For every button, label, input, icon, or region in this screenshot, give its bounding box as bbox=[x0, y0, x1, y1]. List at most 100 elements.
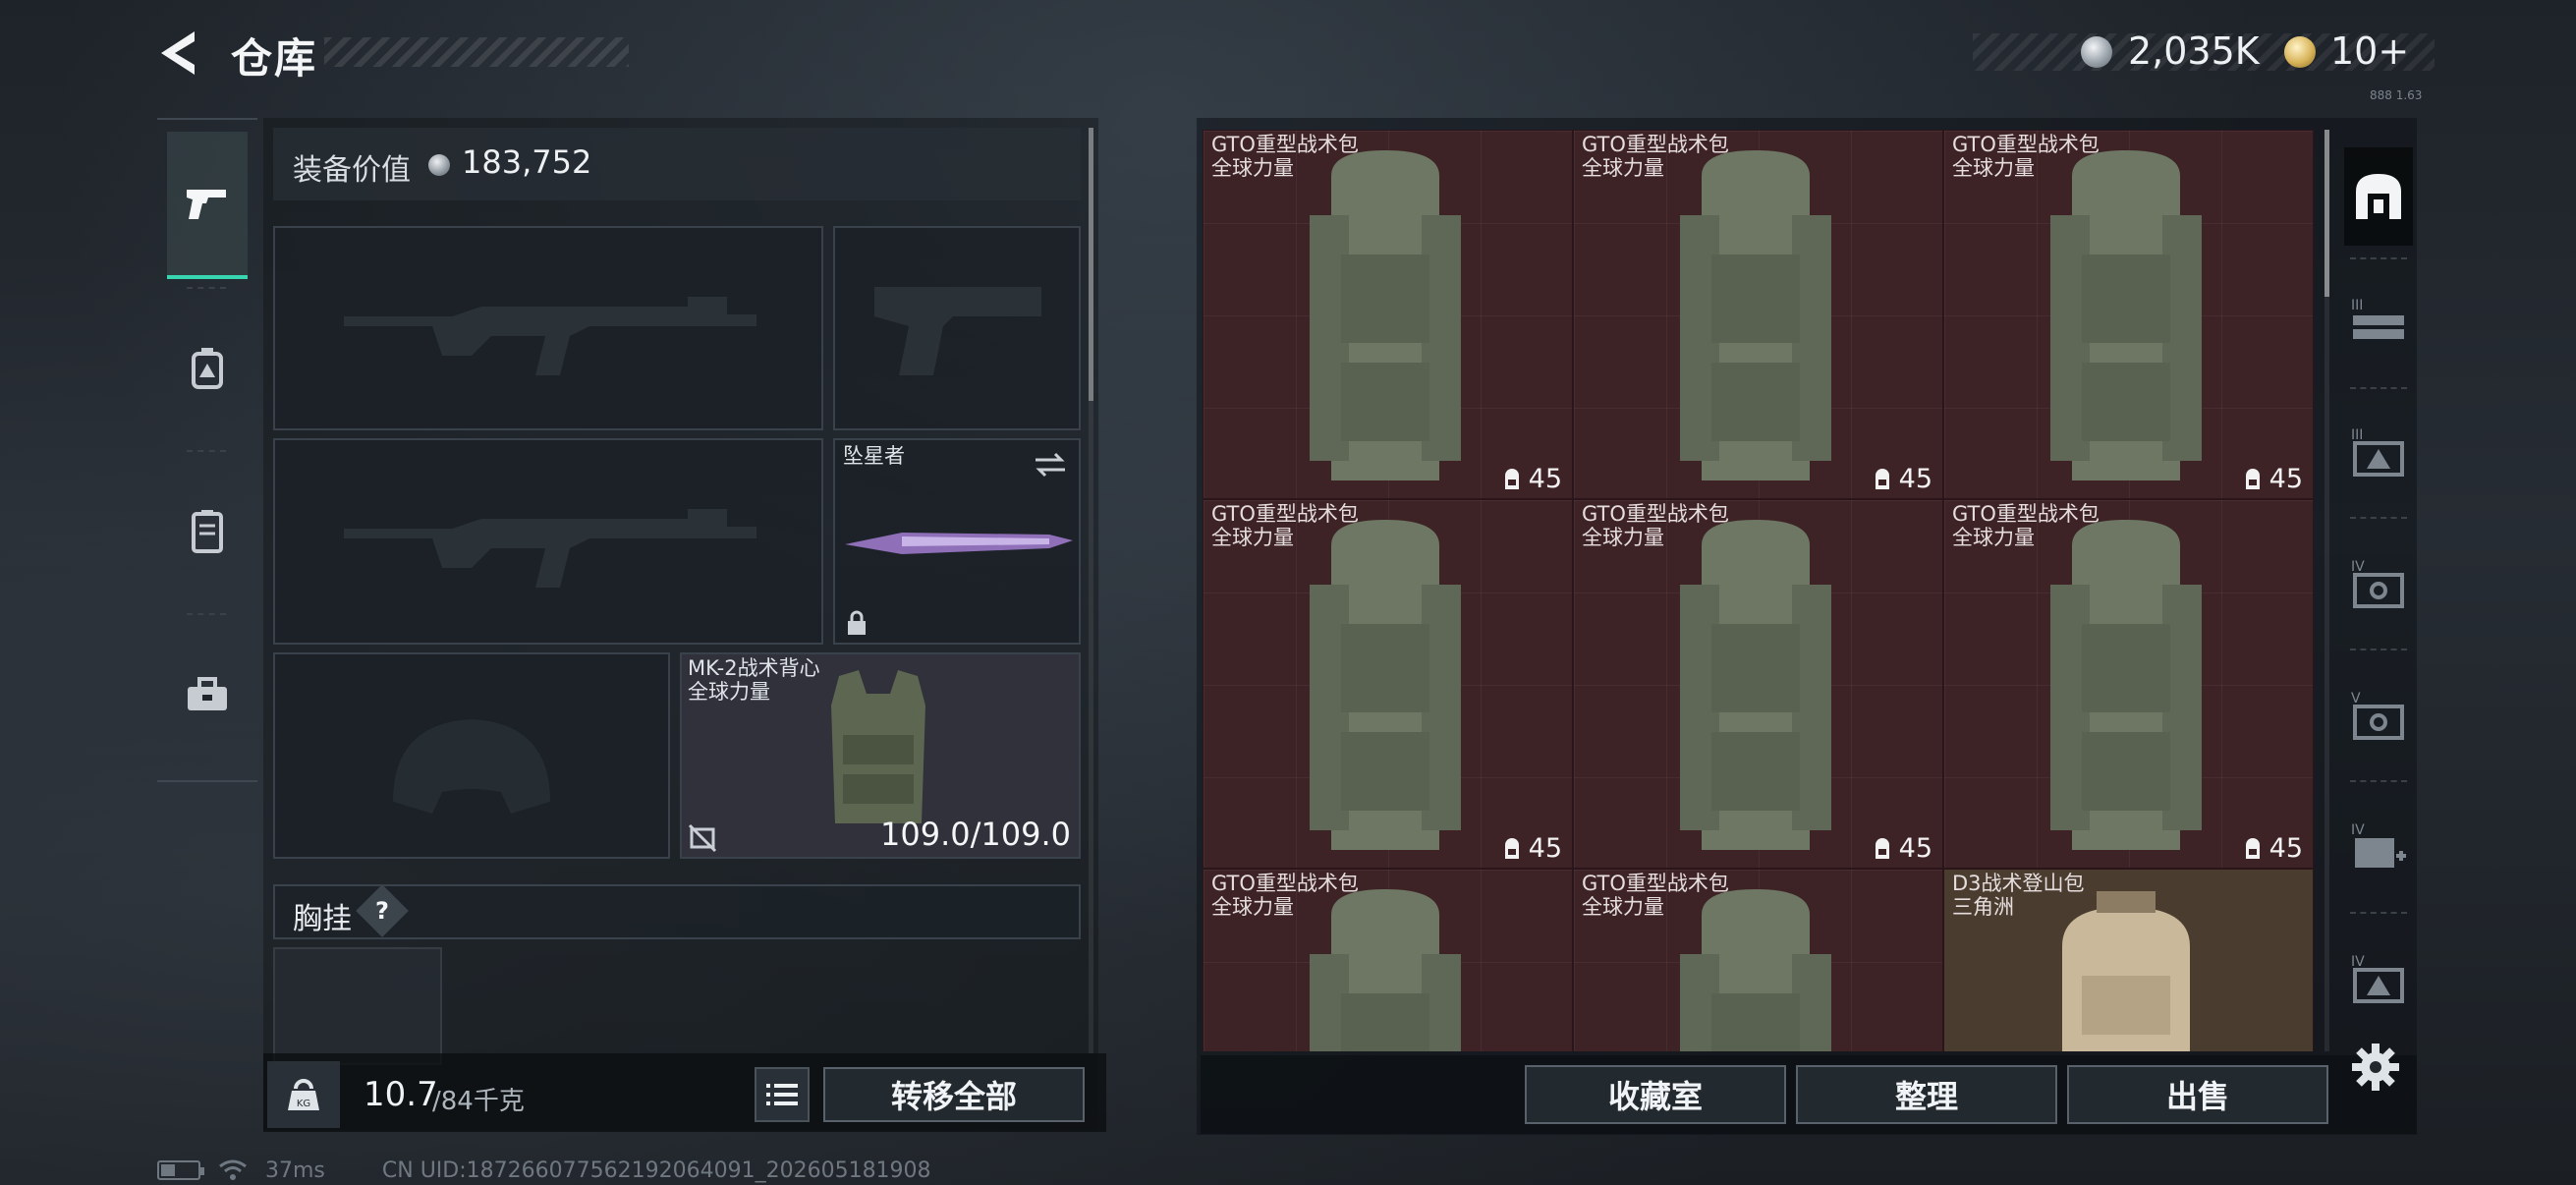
item-faction: 全球力量 bbox=[1582, 526, 1664, 549]
backpack-capacity-icon bbox=[1504, 468, 1519, 489]
item-faction: 全球力量 bbox=[1582, 895, 1664, 919]
storage-item[interactable]: GTO重型战术包 全球力量 bbox=[1203, 869, 1573, 1051]
side-tab-divider bbox=[2350, 517, 2407, 519]
value-coin-icon bbox=[428, 154, 450, 176]
body-armor-slot[interactable]: MK-2战术背心 全球力量 109.0/109.0 bbox=[680, 652, 1081, 859]
chest-rig-label: 胸挂 bbox=[293, 902, 352, 936]
settings-button[interactable] bbox=[2350, 1042, 2401, 1093]
version-label: 888 1.63 bbox=[2370, 88, 2423, 102]
side-tab-vault[interactable] bbox=[2344, 147, 2413, 246]
side-tab-armor-crate[interactable]: III bbox=[2344, 403, 2413, 501]
storage-item[interactable]: GTO重型战术包 全球力量 45 bbox=[1943, 130, 2314, 499]
helmet-slot[interactable] bbox=[273, 652, 670, 859]
back-arrow-icon bbox=[161, 31, 195, 75]
equipment-scrollbar-thumb[interactable] bbox=[1089, 128, 1093, 401]
sell-button[interactable]: 出售 bbox=[2067, 1065, 2328, 1124]
tactical-backpack-icon bbox=[1680, 520, 1831, 850]
hiking-backpack-icon bbox=[2062, 891, 2190, 1051]
silver-coin-icon bbox=[2081, 36, 2112, 68]
storage-item[interactable]: GTO重型战术包 全球力量 bbox=[1573, 869, 1943, 1051]
item-faction: 全球力量 bbox=[1582, 156, 1664, 180]
storage-item[interactable]: GTO重型战术包 全球力量 45 bbox=[1203, 499, 1573, 869]
item-capacity-value: 45 bbox=[1528, 833, 1562, 864]
tools-crate-icon: IV bbox=[2351, 559, 2404, 608]
item-name: GTO重型战术包 bbox=[1211, 502, 1359, 526]
swap-icon[interactable] bbox=[1032, 450, 1069, 480]
secondary-weapon-slot[interactable] bbox=[273, 438, 823, 645]
status-bar: 37ms CN UID:1872660775621920640​91_20260… bbox=[157, 1157, 931, 1183]
side-tab-tools-v[interactable]: V bbox=[2344, 666, 2413, 764]
toolbox-icon bbox=[188, 677, 227, 710]
no-repair-icon bbox=[688, 823, 717, 853]
melee-slot[interactable]: 坠星者 bbox=[833, 438, 1081, 645]
storage-item[interactable]: GTO重型战术包 全球力量 45 bbox=[1943, 499, 2314, 869]
tab-divider bbox=[187, 450, 226, 452]
gold-currency-amount[interactable]: 10+ bbox=[2330, 29, 2409, 73]
side-tab-divider bbox=[2350, 649, 2407, 650]
backpack-armor-icon bbox=[192, 348, 223, 389]
item-name: GTO重型战术包 bbox=[1952, 133, 2100, 156]
armor-slot-sub: 全球力量 bbox=[688, 680, 770, 704]
item-capacity-value: 45 bbox=[1898, 833, 1932, 864]
side-tab-tools-iv[interactable]: IV bbox=[2344, 535, 2413, 633]
item-name: GTO重型战术包 bbox=[1582, 502, 1729, 526]
silver-currency-amount: 2,035K bbox=[2128, 29, 2260, 73]
helmet-silhouette-icon bbox=[393, 719, 550, 814]
storage-item[interactable]: GTO重型战术包 全球力量 45 bbox=[1573, 499, 1943, 869]
item-capacity-value: 45 bbox=[1898, 464, 1932, 494]
item-faction: 全球力量 bbox=[1211, 526, 1294, 549]
chest-rig-slot[interactable] bbox=[273, 947, 442, 1065]
list-icon bbox=[766, 1084, 798, 1105]
item-name: D3战术登山包 bbox=[1952, 872, 2085, 895]
transfer-all-button[interactable]: 转移全部 bbox=[823, 1067, 1085, 1122]
svg-text:V: V bbox=[2351, 691, 2361, 706]
svg-text:KG: KG bbox=[297, 1099, 310, 1109]
tab-supplies[interactable] bbox=[167, 621, 248, 768]
side-tab-divider bbox=[2350, 257, 2407, 259]
storage-grid: GTO重型战术包 全球力量 45 GTO重型战术包 全球力量 45 GTO重型战… bbox=[1203, 130, 2315, 1051]
storage-scrollbar-thumb[interactable] bbox=[2324, 130, 2329, 297]
item-capacity: 45 bbox=[1501, 464, 1562, 494]
armor-durability: 109.0/109.0 bbox=[880, 816, 1071, 853]
medkit-crate-icon: IV bbox=[2351, 822, 2406, 868]
tools-crate-icon: V bbox=[2351, 691, 2404, 740]
storage-item[interactable]: GTO重型战术包 全球力量 45 bbox=[1203, 130, 1573, 499]
rifle-silhouette-icon bbox=[344, 509, 756, 588]
storage-item[interactable]: D3战术登山包 三角洲 bbox=[1943, 869, 2314, 1051]
armor-crate-icon: III bbox=[2351, 427, 2404, 477]
gold-coin-icon bbox=[2284, 36, 2316, 68]
kettlebell-icon: KG bbox=[288, 1079, 319, 1110]
svg-text:IV: IV bbox=[2351, 559, 2365, 575]
item-faction: 三角洲 bbox=[1952, 895, 2014, 919]
svg-text:IV: IV bbox=[2351, 954, 2365, 970]
storage-item[interactable]: GTO重型战术包 全球力量 45 bbox=[1573, 130, 1943, 499]
item-capacity-value: 45 bbox=[1528, 464, 1562, 494]
side-tab-medkit[interactable]: IV bbox=[2344, 798, 2413, 896]
rifle-silhouette-icon bbox=[344, 297, 756, 375]
tactical-backpack-icon bbox=[1310, 889, 1461, 1051]
sidearm-slot[interactable] bbox=[833, 226, 1081, 430]
armor-crate-icon: IV bbox=[2351, 954, 2404, 1003]
primary-weapon-slot[interactable] bbox=[273, 226, 823, 430]
item-name: GTO重型战术包 bbox=[1582, 133, 1729, 156]
tab-weapons[interactable] bbox=[167, 132, 248, 279]
item-faction: 全球力量 bbox=[1952, 156, 2035, 180]
item-capacity: 45 bbox=[1872, 464, 1932, 494]
svg-text:III: III bbox=[2351, 298, 2363, 313]
sort-button[interactable]: 整理 bbox=[1796, 1065, 2057, 1124]
backpack-capacity-icon bbox=[2245, 468, 2260, 489]
title-decoration bbox=[324, 37, 629, 67]
back-button[interactable] bbox=[155, 28, 204, 79]
tactical-backpack-icon bbox=[2050, 150, 2202, 480]
item-name: GTO重型战术包 bbox=[1211, 133, 1359, 156]
tab-gear[interactable] bbox=[167, 295, 248, 442]
side-tab-armor-crate-iv[interactable]: IV bbox=[2344, 930, 2413, 1028]
weight-icon-box: KG bbox=[267, 1061, 340, 1128]
list-view-button[interactable] bbox=[755, 1067, 810, 1122]
help-icon: ? bbox=[375, 896, 389, 925]
vault-button[interactable]: 收藏室 bbox=[1525, 1065, 1786, 1124]
wifi-icon bbox=[219, 1159, 247, 1180]
side-tab-weapon-rack[interactable]: III bbox=[2344, 271, 2413, 369]
tab-storage[interactable] bbox=[167, 458, 248, 605]
svg-text:IV: IV bbox=[2351, 822, 2365, 838]
